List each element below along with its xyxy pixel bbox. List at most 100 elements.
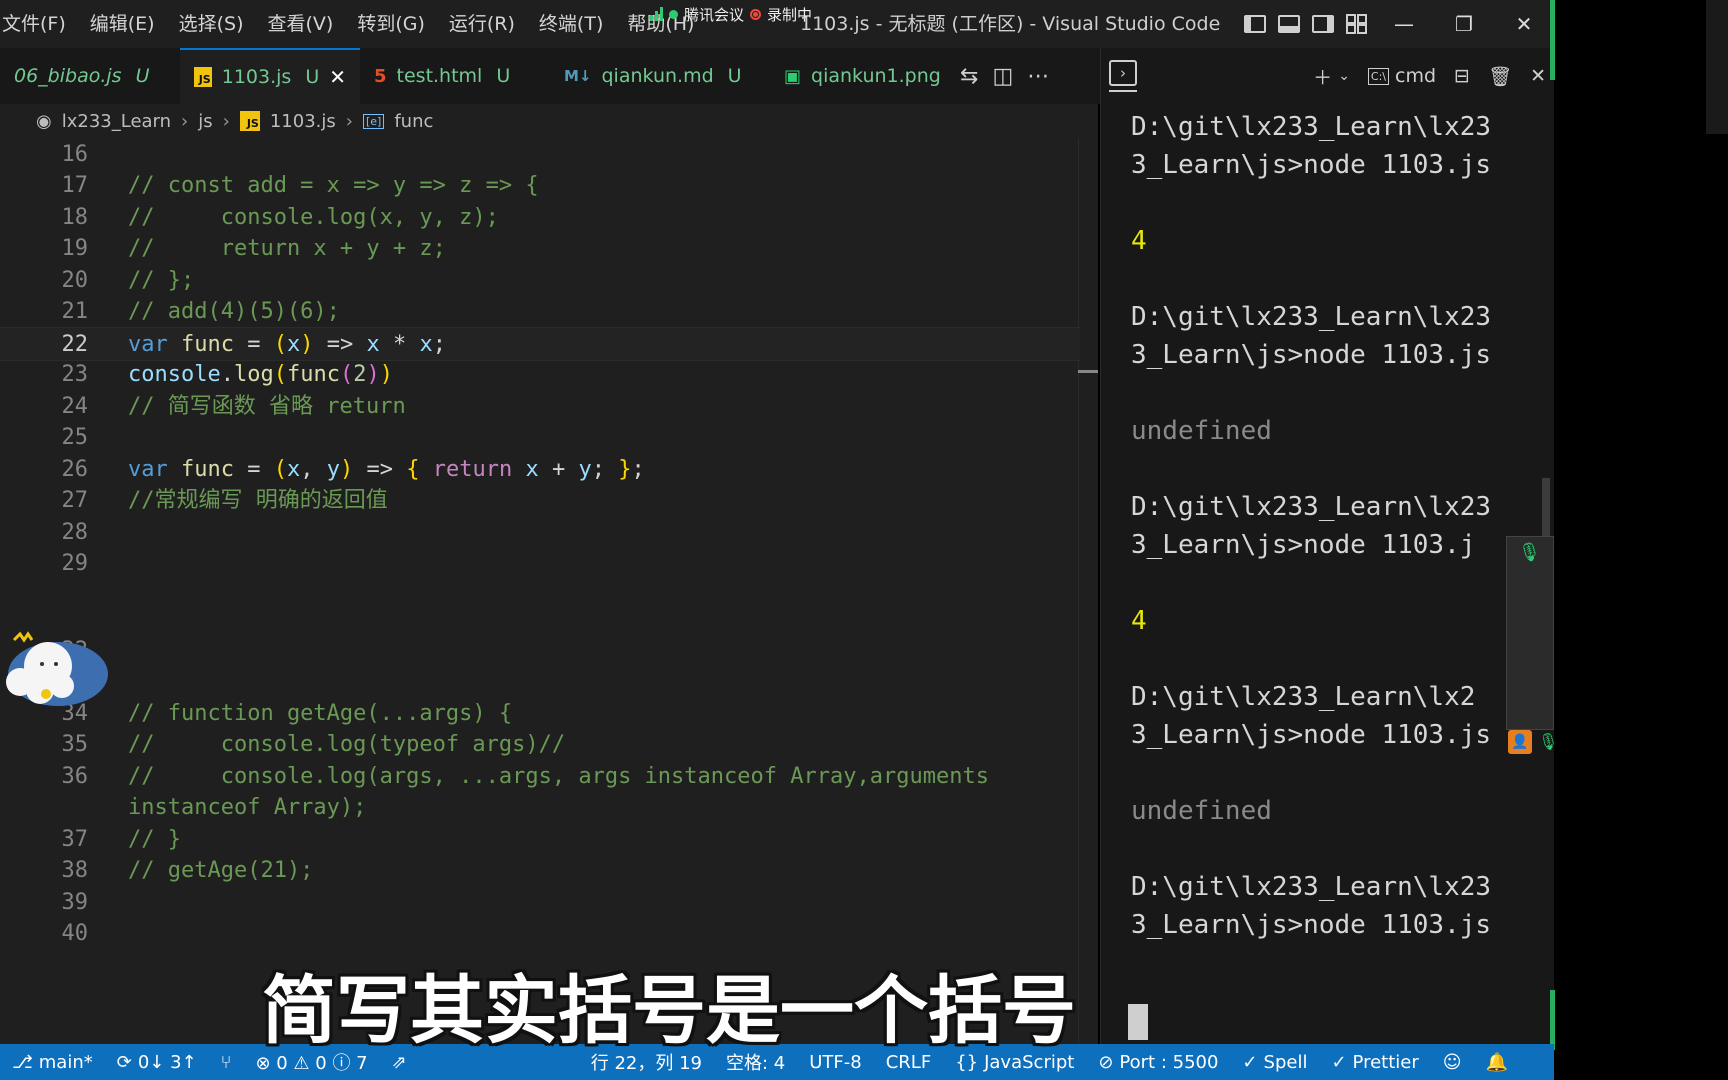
code-line[interactable]: 34// function getAge(...args) {	[0, 697, 1080, 731]
menu-file[interactable]: 文件(F)	[0, 0, 78, 48]
source-control-graph-icon[interactable]: ⑂	[209, 1044, 244, 1080]
git-branch-icon: ⎇	[12, 1051, 33, 1073]
code-line[interactable]: 38 // getAge(21);	[0, 854, 1080, 888]
code-line[interactable]: 18 // console.log(x, y, z);	[0, 201, 1080, 235]
code-line[interactable]: 16	[0, 138, 1080, 172]
workspace-icon: ◉	[36, 110, 52, 132]
image-icon: ▣	[784, 65, 802, 87]
minimize-button[interactable]: —	[1374, 0, 1434, 48]
close-panel-icon[interactable]: ✕	[1530, 65, 1546, 87]
line-number: 20	[61, 268, 89, 293]
menu-selection[interactable]: 选择(S)	[167, 0, 256, 48]
toggle-panel-icon[interactable]	[1272, 0, 1306, 48]
breadcrumb-symbol[interactable]: func	[394, 111, 433, 132]
code-line[interactable]: 19 // return x + y + z;	[0, 232, 1080, 266]
code-text: //常规编写 明确的返回值	[128, 488, 388, 513]
code-text: // console.log(x, y, z);	[128, 205, 499, 230]
js-icon: JS	[194, 67, 212, 87]
tab-test-html[interactable]: 5 test.html U	[360, 48, 550, 104]
tab-06-bibao[interactable]: 06_bibao.js U	[0, 48, 180, 104]
code-text: // console.log(args, ...args, args insta…	[128, 764, 989, 789]
microphone-icon[interactable]: 🎙	[1538, 732, 1558, 751]
menu-terminal[interactable]: 终端(T)	[527, 0, 615, 48]
code-line[interactable]: 33	[0, 665, 1080, 699]
toggle-primary-sidebar-icon[interactable]	[1238, 0, 1272, 48]
code-line[interactable]: 29	[0, 547, 1080, 581]
git-status-badge: U	[305, 66, 320, 88]
line-number: 19	[61, 236, 89, 261]
compare-changes-icon[interactable]: ⇆	[960, 64, 978, 89]
restore-button[interactable]: ❐	[1434, 0, 1494, 48]
code-line[interactable]: 40	[0, 917, 1080, 951]
tab-label: test.html	[396, 65, 483, 87]
terminal-line: undefined	[1131, 416, 1272, 446]
terminal-output[interactable]: D:\git\lx233_Learn\lx23 3_Learn\js>node 1…	[1131, 108, 1551, 944]
chevron-down-icon[interactable]: ⌄	[1338, 68, 1350, 84]
code-line[interactable]: 27 //常规编写 明确的返回值	[0, 484, 1080, 518]
code-editor[interactable]: 16 17 // const add = x => y => z => {18 // …	[0, 138, 1098, 1044]
line-number: 26	[61, 457, 89, 482]
tab-qiankun-md[interactable]: M↓ qiankun.md U	[550, 48, 770, 104]
breadcrumb-folder[interactable]: js	[198, 111, 212, 132]
terminal-line: 3_Learn\js>node 1103.js	[1131, 340, 1492, 370]
breadcrumb-file[interactable]: 1103.js	[270, 111, 336, 132]
split-editor-icon[interactable]: ◫	[992, 64, 1013, 89]
menu-view[interactable]: 查看(V)	[256, 0, 346, 48]
live-server-port[interactable]: ⊘ Port : 5500	[1086, 1044, 1230, 1080]
code-line[interactable]: 24 // 简写函数 省略 return	[0, 390, 1080, 424]
code-line[interactable]: 39	[0, 886, 1080, 920]
code-line[interactable]: 35 // console.log(typeof args)//	[0, 728, 1080, 762]
code-line[interactable]: 32	[0, 634, 1080, 668]
terminal-cursor	[1128, 1004, 1148, 1040]
tab-qiankun1-png[interactable]: ▣ qiankun1.png	[770, 48, 940, 104]
menu-run[interactable]: 运行(R)	[437, 0, 527, 48]
feedback-icon[interactable]: ☺	[1431, 1044, 1474, 1080]
line-number: 17	[61, 173, 89, 198]
meeting-indicator: 腾讯会议 录制中	[650, 2, 812, 26]
new-terminal-icon[interactable]: ＋	[1313, 63, 1332, 90]
terminal-tab-label: cmd	[1395, 65, 1437, 87]
code-line[interactable]: 36 // console.log(args, ...args, args ins…	[0, 760, 1080, 794]
toggle-secondary-sidebar-icon[interactable]	[1306, 0, 1340, 48]
customize-layout-icon[interactable]	[1340, 0, 1374, 48]
microphone-icon[interactable]: 🎙	[1518, 542, 1541, 563]
terminal-tab-cmd[interactable]: C:\ cmd	[1367, 65, 1437, 87]
notifications-bell-icon[interactable]: 🔔	[1474, 1044, 1520, 1080]
kill-terminal-icon[interactable]: 🗑	[1488, 65, 1512, 88]
git-status-badge: U	[135, 65, 150, 87]
terminal-view-tab[interactable]: ›	[1109, 60, 1137, 92]
sync-indicator[interactable]: ⟳ 0↓ 3↑	[105, 1044, 209, 1080]
code-text: var func = (x) => x * x;	[128, 332, 446, 357]
close-tab-icon[interactable]: ✕	[329, 65, 346, 89]
spell-check[interactable]: ✓ Spell	[1230, 1044, 1319, 1080]
camera-preview[interactable]	[1506, 536, 1554, 730]
tab-1103-js[interactable]: JS 1103.js U ✕	[180, 48, 360, 104]
chevron-right-icon: ›	[181, 110, 189, 132]
code-line[interactable]: 25	[0, 421, 1080, 455]
menu-go[interactable]: 转到(G)	[345, 0, 437, 48]
more-actions-icon[interactable]: ⋯	[1027, 64, 1049, 89]
menu-edit[interactable]: 编辑(E)	[78, 0, 167, 48]
close-window-button[interactable]: ✕	[1494, 0, 1554, 48]
code-line[interactable]: 28	[0, 516, 1080, 550]
prettier-status[interactable]: ✓ Prettier	[1319, 1044, 1430, 1080]
tab-label: 1103.js	[221, 66, 292, 88]
code-line[interactable]: 23 console.log(func(2))	[0, 358, 1080, 392]
chevron-right-icon: ›	[345, 110, 353, 132]
branch-indicator[interactable]: ⎇ main*	[0, 1044, 105, 1080]
code-line[interactable]: 21 // add(4)(5)(6);	[0, 295, 1080, 329]
code-line[interactable]: 17 // const add = x => y => z => {	[0, 169, 1080, 203]
code-line[interactable]: 22 var func = (x) => x * x;	[0, 327, 1080, 361]
code-line[interactable]: 20 // };	[0, 264, 1080, 298]
code-line[interactable]: instanceof Array);	[0, 791, 1080, 825]
line-number: 16	[61, 142, 89, 167]
code-line[interactable]: 37 // }	[0, 823, 1080, 857]
terminal-panel: › ＋ ⌄ C:\ cmd ⊟ 🗑 ✕ D:\git\lx233_Learn\l…	[1100, 48, 1554, 1044]
overview-ruler-marker	[1078, 370, 1098, 373]
split-terminal-icon[interactable]: ⊟	[1454, 65, 1470, 87]
breadcrumb-root[interactable]: lx233_Learn	[62, 111, 171, 132]
code-line[interactable]: 26 var func = (x, y) => { return x + y; }…	[0, 453, 1080, 487]
terminal-line: D:\git\lx233_Learn\lx2	[1131, 682, 1476, 712]
